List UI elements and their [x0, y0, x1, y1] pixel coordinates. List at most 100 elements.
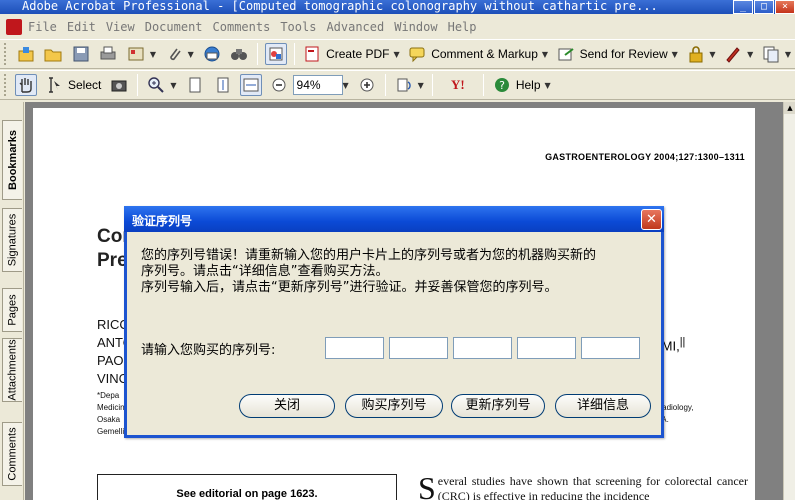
tab-bookmarks[interactable]: Bookmarks — [2, 120, 22, 200]
close-window-button[interactable]: × — [775, 0, 795, 14]
organizer-icon[interactable] — [125, 43, 147, 65]
help-label[interactable]: Help — [516, 78, 541, 92]
update-serial-button[interactable]: 更新序列号 — [451, 394, 545, 418]
chevron-down-icon[interactable]: ▼ — [542, 50, 548, 59]
dialog-message: 您的序列号错误！请重新输入您的用户卡片上的序列号或者为您的机器购买新的 序列号。… — [141, 248, 651, 296]
tab-pages-label: Pages — [6, 294, 19, 326]
zoom-in-magnifier-icon[interactable] — [145, 74, 167, 96]
hand-tool-icon[interactable] — [15, 74, 37, 96]
comment-markup-icon[interactable] — [407, 43, 429, 65]
lock-icon[interactable] — [685, 43, 707, 65]
rotate-view-icon[interactable] — [393, 74, 415, 96]
serial-field-2[interactable] — [389, 337, 448, 359]
message-line: 序列号。请点击“详细信息”查看购买方法。 — [141, 264, 389, 279]
minimize-button[interactable]: _ — [733, 0, 753, 14]
send-for-review-icon[interactable] — [555, 43, 577, 65]
create-pdf-icon[interactable] — [302, 43, 324, 65]
close-button[interactable]: 关闭 — [239, 394, 335, 418]
chevron-down-icon[interactable]: ▼ — [188, 50, 194, 59]
forms-icon[interactable] — [760, 43, 782, 65]
actual-size-icon[interactable] — [184, 74, 206, 96]
serial-field-1[interactable] — [325, 337, 384, 359]
chevron-down-icon[interactable]: ▼ — [785, 50, 791, 59]
menu-view[interactable]: View — [106, 20, 135, 34]
navigation-toolbar: Select ▼ 94% ▼ ▼ Y! ? Help ▼ — [0, 70, 795, 100]
fit-width-icon[interactable] — [239, 74, 262, 96]
tab-signatures[interactable]: Signatures — [2, 208, 22, 272]
svg-text:?: ? — [499, 79, 505, 92]
chevron-down-icon[interactable]: ▼ — [545, 81, 551, 90]
create-new-icon[interactable] — [15, 43, 37, 65]
chevron-down-icon[interactable]: ▼ — [343, 81, 349, 90]
menu-tools[interactable]: Tools — [280, 20, 316, 34]
window-title: Adobe Acrobat Professional - [Computed t… — [22, 0, 658, 13]
menu-help[interactable]: Help — [448, 20, 477, 34]
menu-advanced[interactable]: Advanced — [326, 20, 384, 34]
select-text-icon[interactable] — [43, 74, 65, 96]
comment-markup-label[interactable]: Comment & Markup — [431, 47, 538, 61]
chevron-down-icon[interactable]: ▼ — [170, 81, 176, 90]
serial-field-3[interactable] — [453, 337, 512, 359]
body-text: everal studies have shown that screening… — [437, 474, 748, 500]
toolbar-grip[interactable] — [4, 74, 8, 96]
menu-document[interactable]: Document — [145, 20, 203, 34]
serial-field-4[interactable] — [517, 337, 576, 359]
zoom-in-icon[interactable] — [356, 74, 378, 96]
print-icon[interactable] — [98, 43, 120, 65]
separator — [256, 43, 258, 65]
maximize-button[interactable]: □ — [754, 0, 774, 14]
serial-label: 请输入您购买的序列号: — [141, 343, 276, 358]
chevron-down-icon[interactable]: ▼ — [672, 50, 678, 59]
chevron-down-icon[interactable]: ▼ — [393, 50, 399, 59]
chevron-down-icon[interactable]: ▼ — [418, 81, 424, 90]
sign-pen-icon[interactable] — [723, 43, 745, 65]
separator — [293, 43, 295, 65]
vertical-scrollbar[interactable]: ▲ — [783, 102, 795, 500]
select-tool-label[interactable]: Select — [68, 78, 101, 92]
fit-page-icon[interactable] — [212, 74, 234, 96]
acrobat-window: Adobe Acrobat Professional - [Computed t… — [0, 0, 795, 500]
save-icon[interactable] — [70, 43, 92, 65]
find-binoculars-icon[interactable] — [228, 43, 250, 65]
window-controls: _ □ × — [732, 0, 795, 14]
menu-edit[interactable]: Edit — [67, 20, 96, 34]
tab-attachments[interactable]: Attachments — [2, 338, 22, 402]
open-folder-icon[interactable] — [43, 43, 65, 65]
help-icon[interactable]: ? — [491, 74, 513, 96]
buy-serial-button[interactable]: 购买序列号 — [345, 394, 443, 418]
yahoo-logo: Y! — [450, 77, 465, 92]
toolbar-grip[interactable] — [4, 43, 8, 65]
attach-paperclip-icon[interactable] — [163, 43, 185, 65]
security-shapes-icon[interactable] — [264, 43, 287, 65]
send-for-review-label[interactable]: Send for Review — [580, 47, 668, 61]
dialog-close-icon[interactable]: ✕ — [641, 209, 662, 230]
menu-window[interactable]: Window — [394, 20, 437, 34]
menu-bar: File Edit View Document Comments Tools A… — [0, 16, 795, 38]
menu-comments[interactable]: Comments — [213, 20, 271, 34]
scroll-up-icon[interactable]: ▲ — [784, 102, 795, 114]
affiliation-left: *Depa Medicin Osaka Gemelli — [97, 390, 125, 438]
menu-file[interactable]: File — [28, 20, 57, 34]
chevron-down-icon[interactable]: ▼ — [747, 50, 753, 59]
message-line: 您的序列号错误！请重新输入您的用户卡片上的序列号或者为您的机器购买新的 — [141, 248, 597, 263]
yahoo-search-icon[interactable]: Y! — [440, 74, 476, 96]
affiliation-line: Medicin — [97, 403, 125, 412]
journal-citation: GASTROENTEROLOGY 2004;127:1300–1311 — [545, 152, 745, 162]
chevron-down-icon[interactable]: ▼ — [150, 50, 156, 59]
chevron-down-icon[interactable]: ▼ — [709, 50, 715, 59]
tab-comments[interactable]: Comments — [2, 422, 22, 486]
email-globe-icon[interactable] — [201, 43, 223, 65]
file-toolbar: ▼ ▼ Create PDF ▼ Comment & Markup ▼ Send… — [0, 39, 795, 69]
message-line: 序列号输入后，请点击“更新序列号”进行验证。并妥善保管您的序列号。 — [141, 280, 558, 295]
snapshot-camera-icon[interactable] — [108, 74, 130, 96]
serial-field-5[interactable] — [581, 337, 640, 359]
details-button[interactable]: 详细信息 — [555, 394, 651, 418]
tab-signatures-label: Signatures — [6, 213, 19, 267]
acrobat-app-icon[interactable] — [6, 19, 22, 35]
tab-pages[interactable]: Pages — [2, 288, 22, 332]
create-pdf-label[interactable]: Create PDF — [326, 47, 389, 61]
affiliation-line: *Depa — [97, 391, 120, 400]
zoom-out-icon[interactable] — [268, 74, 290, 96]
zoom-level-field[interactable]: 94% — [292, 75, 343, 95]
dialog-title: 验证序列号 — [132, 214, 193, 228]
